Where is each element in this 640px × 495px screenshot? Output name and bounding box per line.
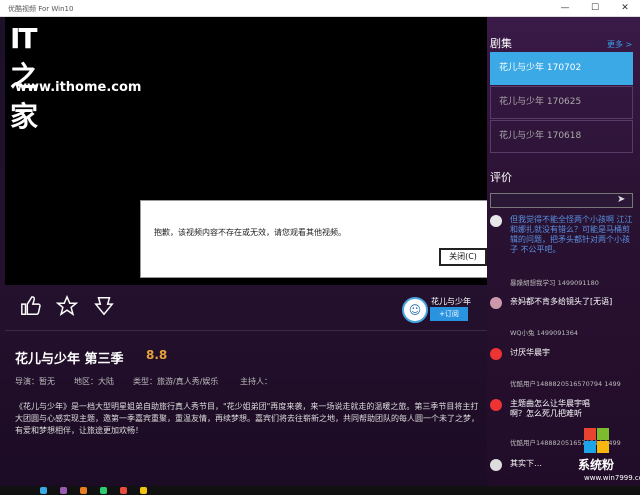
comment-text: 亲妈都不肯多给镜头了[无语] [510,297,613,306]
close-window-button[interactable]: ✕ [610,0,640,17]
comment-author: 暴躁胡想我学习 1499091180 [510,279,599,287]
minimize-button[interactable]: — [550,0,580,17]
logo-mark: IT之家 [10,22,38,133]
star-icon[interactable] [55,294,79,319]
taskbar [0,486,640,495]
episode-item-170625[interactable]: 花儿与少年 170625 [490,86,633,119]
director-label: 导演：暂无 [15,377,55,386]
episode-item-170618[interactable]: 花儿与少年 170618 [490,120,633,153]
taskbar-app-icon[interactable] [40,487,47,494]
taskbar-app-icon[interactable] [60,487,67,494]
region-label: 地区：大陆 [74,377,114,386]
window-title: 优酷视频 For Win10 [8,5,74,13]
logo-url: www.ithome.com [15,80,142,95]
channel-name[interactable]: 花儿与少年 [431,296,471,307]
comment-author: WQ小兔 1499091364 [510,329,578,337]
avatar [490,297,502,309]
subscribe-button[interactable]: +订阅 [430,307,468,321]
error-dialog: 抱歉，该视频内容不存在或无效，请您观看其他视频。 关闭(C) [140,200,495,278]
brand-name: 系统粉 [578,458,615,472]
taskbar-app-icon[interactable] [140,487,147,494]
show-description: 《花儿与少年》是一档大型明星姐弟自助旅行真人秀节目，"花少姐弟团"再度来袭，来一… [15,402,479,435]
comment-text: 讨厌华晨宇 [510,348,550,357]
avatar [490,459,502,471]
sidebar: 剧集 更多 > 花儿与少年 170702 花儿与少年 170625 花儿与少年 … [487,17,640,495]
download-icon[interactable] [92,295,116,319]
taskbar-app-icon[interactable] [80,487,87,494]
comment-text: 主题曲怎么让华晨宇唱啊？怎么死几把难听 [510,399,590,418]
avatar [490,215,502,227]
windows-logo-icon [584,428,610,454]
error-message: 抱歉，该视频内容不存在或无效，请您观看其他视频。 [154,228,346,237]
avatar [490,399,502,411]
show-score: 8.8 [146,348,168,362]
comments-heading: 评价 [490,171,512,184]
channel-avatar[interactable]: ☺ [402,297,428,323]
brand-watermark: 系统粉 www.win7999.com [578,428,640,488]
divider [5,330,487,331]
taskbar-app-icon[interactable] [120,487,127,494]
thumbs-up-icon[interactable] [19,295,43,319]
send-icon[interactable]: ➤ [617,194,625,205]
episode-item-170702[interactable]: 花儿与少年 170702 [490,52,633,85]
maximize-button[interactable]: ☐ [580,0,610,17]
avatar [490,348,502,360]
close-dialog-button[interactable]: 关闭(C) [439,248,487,266]
comment-text: 但我觉得不能全怪两个小孩啊 江江和娜扎就没有错么？可能是马桶剪辑的问题，把矛头都… [510,215,633,254]
comment-input[interactable] [490,193,633,208]
more-episodes-link[interactable]: 更多 > [607,39,632,50]
show-title: 花儿与少年 第三季 [15,352,124,367]
type-label: 类型：旅游/真人秀/娱乐 [133,377,219,386]
comment-author: 优酷用户1488820516570794 1499 [510,380,621,388]
title-bar: 优酷视频 For Win10 — ☐ ✕ [0,0,640,17]
host-label: 主持人： [240,377,272,386]
taskbar-app-icon[interactable] [100,487,107,494]
episodes-heading: 剧集 [490,37,512,50]
brand-url: www.win7999.com [584,474,640,482]
